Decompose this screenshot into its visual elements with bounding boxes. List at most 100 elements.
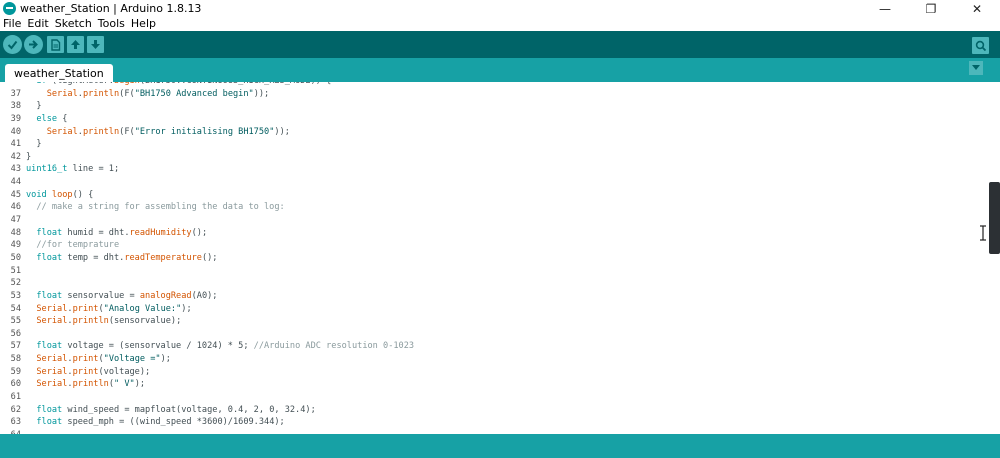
line-number: 43 — [10, 164, 21, 175]
menu-sketch[interactable]: Sketch — [52, 17, 95, 31]
code-text: void loop() { — [26, 189, 94, 200]
close-button[interactable]: ✕ — [954, 0, 1000, 17]
line-number: 53 — [10, 290, 21, 301]
code-text: float humid = dht.readHumidity(); — [36, 227, 208, 238]
code-line: 54 Serial.print("Analog Value:"); — [0, 303, 989, 316]
code-text: Serial.print(voltage); — [36, 366, 151, 377]
code-text: Serial.println(F("Error initialising BH1… — [46, 126, 290, 137]
code-line: 40 Serial.println(F("Error initialising … — [0, 126, 989, 139]
code-line: 52 — [0, 277, 989, 290]
code-text: Serial.println(F("BH1750 Advanced begin"… — [46, 88, 270, 99]
open-button[interactable] — [67, 36, 84, 53]
code-line: 63 float speed_mph = ((wind_speed *3600)… — [0, 416, 989, 429]
restore-button[interactable]: ❐ — [908, 0, 954, 17]
code-line: 42} — [0, 151, 989, 164]
line-number: 52 — [10, 278, 21, 289]
code-text: float voltage = (sensorvalue / 1024) * 5… — [36, 341, 415, 352]
code-text: float temp = dht.readTemperature(); — [36, 252, 218, 263]
line-number: 37 — [10, 88, 21, 99]
menu-help[interactable]: Help — [128, 17, 159, 31]
window-controls: — ❐ ✕ — [862, 0, 1000, 17]
code-line: 41 } — [0, 138, 989, 151]
line-number: 39 — [10, 113, 21, 124]
magnifier-icon — [975, 40, 986, 51]
code-line: 43 uint16_t line = 1; — [0, 163, 989, 176]
line-number: 45 — [10, 189, 21, 200]
code-text: } — [26, 151, 32, 162]
code-line: 57 float voltage = (sensorvalue / 1024) … — [0, 340, 989, 353]
menu-edit[interactable]: Edit — [24, 17, 51, 31]
code-text: } — [26, 101, 42, 112]
line-number: 38 — [10, 101, 21, 112]
status-bar — [0, 434, 1000, 458]
line-number: 47 — [10, 215, 21, 226]
menu-tools[interactable]: Tools — [95, 17, 128, 31]
line-number: 44 — [10, 177, 21, 188]
code-line: 47 — [0, 214, 989, 227]
ibeam-cursor-icon — [980, 225, 986, 241]
toolbar — [0, 31, 1000, 58]
save-icon — [91, 40, 100, 49]
code-text: // make a string for assembling the data… — [36, 202, 285, 213]
code-line: 39 else { — [0, 113, 989, 126]
code-line: 48 float humid = dht.readHumidity(); — [0, 227, 989, 240]
save-button[interactable] — [87, 36, 104, 53]
code-editor[interactable]: if (lightMeter.begin(BH1750::CONTINUOUS_… — [0, 82, 989, 434]
code-text: //for temprature — [36, 240, 120, 251]
line-number: 51 — [10, 265, 21, 276]
verify-button[interactable] — [3, 35, 22, 54]
line-number: 63 — [10, 417, 21, 428]
line-number: 60 — [10, 379, 21, 390]
tab-bar: weather_Station — [0, 58, 1000, 82]
line-number: 55 — [10, 316, 21, 327]
scrollbar-thumb[interactable] — [989, 182, 1000, 254]
arduino-logo-icon — [3, 2, 16, 15]
code-text: Serial.println(" V"); — [36, 379, 146, 390]
code-line: 37 Serial.println(F("BH1750 Advanced beg… — [0, 88, 989, 101]
code-text: uint16_t line = 1; — [26, 164, 120, 175]
upload-button[interactable] — [24, 35, 43, 54]
code-line: 53 float sensorvalue = analogRead(A0); — [0, 290, 989, 303]
line-number: 62 — [10, 404, 21, 415]
code-line: 60 Serial.println(" V"); — [0, 378, 989, 391]
code-line: 62 float wind_speed = mapfloat(voltage, … — [0, 404, 989, 417]
line-number: 49 — [10, 240, 21, 251]
line-number: 50 — [10, 252, 21, 263]
new-icon — [51, 38, 61, 51]
line-number: 56 — [10, 328, 21, 339]
line-number: 46 — [10, 202, 21, 213]
minimize-button[interactable]: — — [862, 0, 908, 17]
code-text: float wind_speed = mapfloat(voltage, 0.4… — [36, 404, 316, 415]
line-number: 54 — [10, 303, 21, 314]
line-number: 58 — [10, 354, 21, 365]
tab-menu-button[interactable] — [969, 61, 983, 75]
serial-monitor-button[interactable] — [972, 37, 989, 54]
line-number: 41 — [10, 139, 21, 150]
code-text: Serial.println(sensorvalue); — [36, 316, 182, 327]
code-line: 46 // make a string for assembling the d… — [0, 201, 989, 214]
line-number: 40 — [10, 126, 21, 137]
code-line: 50 float temp = dht.readTemperature(); — [0, 252, 989, 265]
chevron-down-icon — [972, 65, 980, 70]
line-number: 57 — [10, 341, 21, 352]
code-line: 51 — [0, 265, 989, 278]
line-number: 61 — [10, 392, 21, 403]
code-line: 56 — [0, 328, 989, 341]
code-text: Serial.print("Voltage ="); — [36, 354, 171, 365]
code-line: 38 } — [0, 100, 989, 113]
new-button[interactable] — [47, 36, 64, 53]
code-line: 61 — [0, 391, 989, 404]
code-line: 55 Serial.println(sensorvalue); — [0, 315, 989, 328]
window-title: weather_Station | Arduino 1.8.13 — [20, 2, 202, 15]
menu-file[interactable]: File — [0, 17, 24, 31]
code-lines: if (lightMeter.begin(BH1750::CONTINUOUS_… — [0, 82, 989, 434]
code-line: 45 void loop() { — [0, 189, 989, 202]
code-text: else { — [36, 113, 68, 124]
line-number: 59 — [10, 366, 21, 377]
vertical-scrollbar[interactable] — [989, 82, 1000, 434]
upload-icon — [29, 40, 38, 49]
tab-weather-station[interactable]: weather_Station — [5, 64, 113, 82]
code-text: float sensorvalue = analogRead(A0); — [36, 290, 218, 301]
line-number: 42 — [10, 151, 21, 162]
code-text: Serial.print("Analog Value:"); — [36, 303, 192, 314]
